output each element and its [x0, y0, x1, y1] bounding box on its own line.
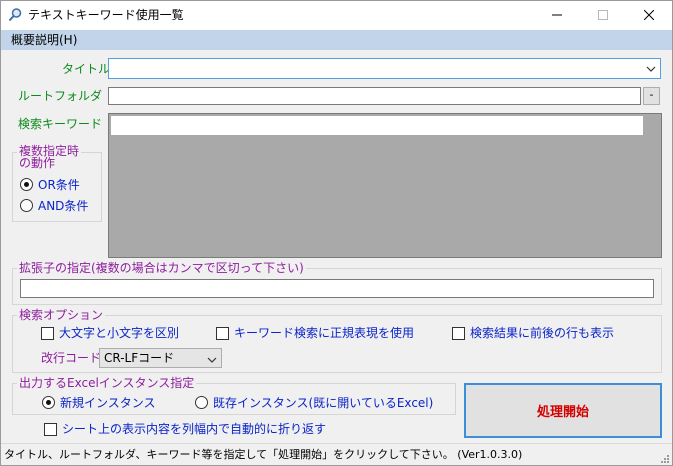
multi-condition-caption: 複数指定時 の動作	[17, 144, 82, 170]
or-condition-label[interactable]: OR条件	[38, 178, 80, 192]
extension-caption: 拡張子の指定(複数の場合はカンマで区切って下さい)	[17, 261, 306, 275]
newline-select[interactable]: CR-LFコード	[99, 348, 222, 368]
case-sensitive-label[interactable]: 大文字と小文字を区別	[59, 326, 179, 340]
close-button[interactable]	[626, 1, 672, 30]
folder-label: ルートフォルダ	[18, 89, 103, 103]
minimize-icon	[552, 9, 562, 23]
maximize-button[interactable]	[580, 1, 626, 30]
and-condition-label[interactable]: AND条件	[38, 199, 88, 213]
existing-instance-radio[interactable]	[195, 396, 208, 409]
search-options-caption: 検索オプション	[17, 308, 106, 322]
folder-input[interactable]	[108, 87, 641, 105]
close-icon	[643, 9, 655, 23]
wrap-text-checkbox[interactable]	[44, 423, 57, 436]
excel-instance-caption: 出力するExcelインスタンス指定	[17, 376, 197, 390]
maximize-icon	[598, 9, 608, 23]
title-bar: テキストキーワード使用一覧	[1, 1, 672, 30]
regex-checkbox[interactable]	[216, 327, 229, 340]
new-instance-radio[interactable]	[42, 396, 55, 409]
resize-grip-icon[interactable]	[660, 453, 670, 463]
search-icon	[7, 7, 23, 23]
status-text: タイトル、ルートフォルダ、キーワード等を指定して「処理開始」をクリックして下さい…	[4, 448, 523, 461]
window-title: テキストキーワード使用一覧	[28, 8, 184, 22]
and-condition-radio[interactable]	[20, 199, 33, 212]
extension-input[interactable]	[20, 279, 654, 298]
keyword-grid[interactable]	[108, 113, 662, 258]
context-lines-label[interactable]: 検索結果に前後の行も表示	[470, 326, 614, 340]
status-bar: タイトル、ルートフォルダ、キーワード等を指定して「処理開始」をクリックして下さい…	[1, 443, 672, 465]
or-condition-radio[interactable]	[20, 178, 33, 191]
wrap-text-label[interactable]: シート上の表示内容を列幅内で自動的に折り返す	[62, 422, 326, 436]
newline-label: 改行コード	[41, 351, 102, 365]
folder-browse-button[interactable]: -	[643, 87, 660, 105]
menu-bar: 概要説明(H)	[1, 30, 672, 50]
existing-instance-label[interactable]: 既存インスタンス(既に開いているExcel)	[213, 396, 433, 410]
main-window: テキストキーワード使用一覧 概要説明(H) タイトル ルートフォルダ - 検索キ…	[0, 0, 673, 466]
minimize-button[interactable]	[534, 1, 580, 30]
newline-value: CR-LFコード	[104, 351, 175, 365]
chevron-down-icon[interactable]	[646, 63, 656, 73]
regex-label[interactable]: キーワード検索に正規表現を使用	[234, 326, 414, 340]
title-combobox[interactable]	[108, 58, 661, 79]
case-sensitive-checkbox[interactable]	[41, 327, 54, 340]
keyword-row[interactable]	[111, 116, 643, 135]
title-label: タイトル	[62, 62, 111, 76]
context-lines-checkbox[interactable]	[452, 327, 465, 340]
menu-item-overview[interactable]: 概要説明(H)	[11, 32, 77, 48]
chevron-down-icon	[207, 354, 217, 364]
keyword-label: 検索キーワード	[18, 117, 103, 131]
new-instance-label[interactable]: 新規インスタンス	[60, 396, 156, 410]
run-button[interactable]: 処理開始	[464, 383, 662, 438]
